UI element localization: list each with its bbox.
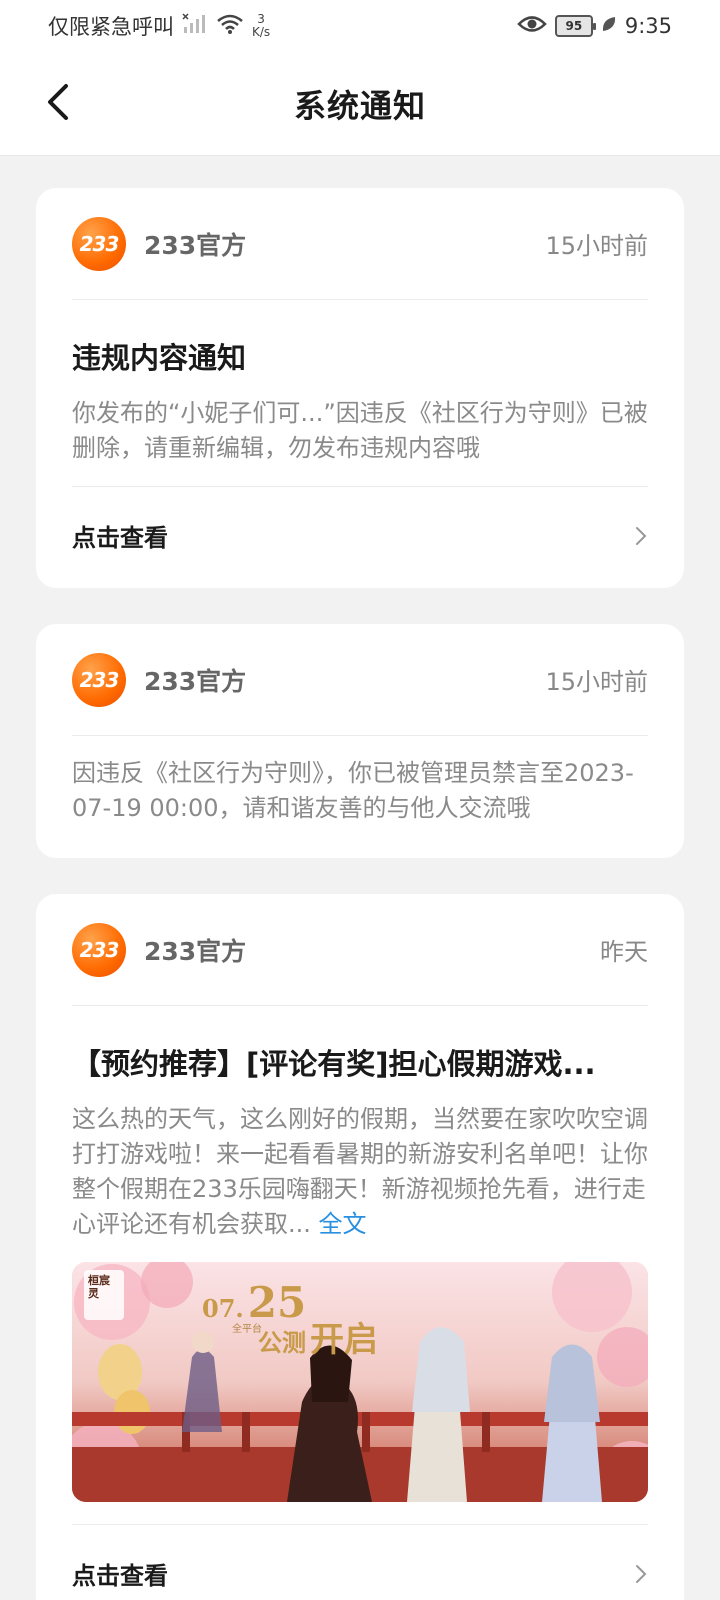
- sender-avatar: 233: [72, 922, 126, 977]
- avatar-text: 233: [79, 937, 120, 962]
- sender-avatar: 233: [72, 652, 126, 707]
- notification-title: 【预约推荐】[评论有奖]担心假期游戏...: [72, 1047, 596, 1081]
- sender-name: 233官方: [144, 666, 247, 696]
- page-title: 系统通知: [293, 86, 426, 125]
- view-details-row[interactable]: 点击查看: [72, 486, 648, 584]
- card-header: 233 233官方 15小时前: [72, 624, 648, 736]
- timestamp: 15小时前: [545, 232, 648, 260]
- status-right: 95 9:35: [517, 13, 672, 40]
- banner-event-big: 开启: [310, 1320, 378, 1360]
- banner-logo-text: 桓宸灵: [88, 1274, 110, 1300]
- chevron-right-icon: [636, 526, 647, 545]
- status-left: 仅限紧急呼叫 3 K/s: [48, 11, 270, 41]
- battery-indicator: 95: [554, 15, 596, 37]
- clock: 9:35: [624, 14, 672, 38]
- notification-body: 你发布的“小妮子们可...”因违反《社区行为守则》已被删除，请重新编辑，勿发布违…: [72, 399, 648, 462]
- timestamp: 昨天: [600, 938, 648, 966]
- nav-header: 系统通知: [0, 52, 720, 156]
- leaf-icon: [601, 14, 617, 38]
- banner-event: 公测 开启: [258, 1312, 378, 1361]
- signal-icon: [182, 12, 208, 40]
- banner-illustration: [72, 1262, 648, 1502]
- promo-banner-image[interactable]: 桓宸灵 07. 25 全平台 公测 开启: [72, 1262, 648, 1502]
- card-header: 233 233官方 15小时前: [72, 188, 648, 300]
- chevron-left-icon: [48, 84, 68, 120]
- sender-name: 233官方: [144, 230, 247, 260]
- status-bar: 仅限紧急呼叫 3 K/s 95 9:35: [0, 0, 720, 52]
- banner-logo: 桓宸灵: [88, 1274, 120, 1300]
- view-details-label: 点击查看: [72, 1562, 168, 1590]
- read-more-link[interactable]: 全文: [319, 1210, 367, 1238]
- banner-event-text: 公测: [258, 1328, 306, 1357]
- avatar-text: 233: [79, 667, 120, 692]
- speed-unit: K/s: [252, 25, 271, 39]
- network-speed: 3 K/s: [252, 13, 270, 39]
- sender-name: 233官方: [144, 936, 247, 966]
- notification-card: 233 233官方 15小时前 因违反《社区行为守则》，你已被管理员禁言至202…: [36, 624, 684, 858]
- avatar-text: 233: [79, 231, 120, 256]
- chevron-right-icon: [636, 1564, 647, 1583]
- wifi-icon: [216, 13, 244, 40]
- notification-body: 因违反《社区行为守则》，你已被管理员禁言至2023-07-19 00:00，请和…: [72, 759, 634, 822]
- banner-month: 07.: [202, 1294, 244, 1323]
- notification-card: 233 233官方 昨天 【预约推荐】[评论有奖]担心假期游戏... 这么热的天…: [36, 894, 684, 1600]
- timestamp: 15小时前: [545, 668, 648, 696]
- notification-card: 233 233官方 15小时前 违规内容通知 你发布的“小妮子们可...”因违反…: [36, 188, 684, 588]
- card-header: 233 233官方 昨天: [72, 894, 648, 1006]
- view-details-label: 点击查看: [72, 524, 168, 552]
- notification-body: 这么热的天气，这么刚好的假期，当然要在家吹吹空调打打游戏啦！来一起看看暑期的新游…: [72, 1102, 648, 1242]
- carrier-text: 仅限紧急呼叫: [48, 15, 174, 39]
- notification-title: 违规内容通知: [72, 341, 247, 375]
- eye-icon: [517, 13, 547, 40]
- view-details-row[interactable]: 点击查看: [72, 1524, 648, 1600]
- back-button[interactable]: [30, 74, 86, 130]
- sender-avatar: 233: [72, 216, 126, 271]
